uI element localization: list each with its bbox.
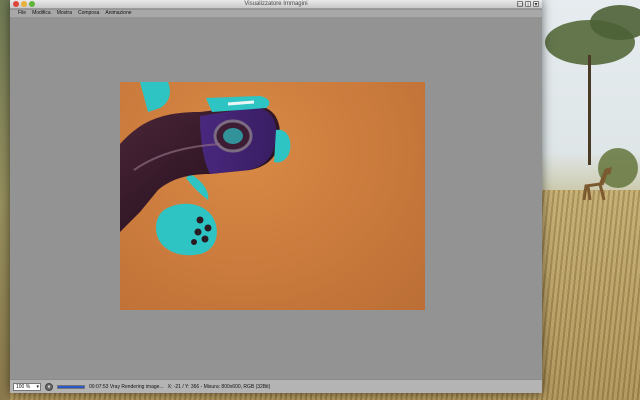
lens-glass <box>223 128 243 144</box>
menu-modifica[interactable]: Modifica <box>32 10 51 17</box>
menu-bar: File Modifica Mostra Composa Animazione <box>10 10 542 17</box>
rendered-image <box>120 82 425 310</box>
cap-highlight <box>227 100 255 106</box>
teal-fin-top <box>140 82 170 112</box>
menu-animazione[interactable]: Animazione <box>105 10 131 17</box>
stop-render-button[interactable]: ● <box>45 382 53 391</box>
title-bar[interactable]: Visualizzatore Immagini ▭ i ▾ <box>10 0 542 9</box>
wallpaper-left-edge <box>0 0 10 400</box>
teal-fin-mid <box>186 174 209 200</box>
title-toolbar: ▭ i ▾ <box>517 1 539 8</box>
tree-trunk <box>588 55 591 165</box>
image-viewer-window: Visualizzatore Immagini ▭ i ▾ File Modif… <box>10 0 542 393</box>
button-dot <box>191 239 197 245</box>
image-viewport[interactable] <box>10 17 542 378</box>
render-progress-fill <box>58 385 84 388</box>
zoom-select[interactable]: 100 % ▾ <box>13 382 41 391</box>
button-dot <box>196 216 204 224</box>
info-icon[interactable]: i <box>525 1 531 8</box>
menu-composa[interactable]: Composa <box>78 10 99 17</box>
pin-icon[interactable]: ▾ <box>533 1 539 8</box>
render-scene <box>120 82 291 256</box>
fit-window-icon[interactable]: ▭ <box>517 1 524 8</box>
menu-file[interactable]: File <box>18 10 26 17</box>
status-bar: 100 % ▾ ● 00:07:53 Vray Rendering image.… <box>10 379 542 393</box>
button-dot <box>194 228 202 236</box>
button-dot <box>201 235 209 243</box>
giraffe-silhouette <box>582 166 613 201</box>
zoom-value: 100 % <box>16 383 31 390</box>
render-progress-bar <box>57 384 85 389</box>
render-status-text: 00:07:53 Vray Rendering image... <box>89 383 164 390</box>
menu-mostra[interactable]: Mostra <box>57 10 72 17</box>
window-title: Visualizzatore Immagini <box>244 1 308 7</box>
chevron-down-icon: ▾ <box>36 383 39 390</box>
button-dot <box>204 224 212 232</box>
teal-nozzle <box>274 129 291 163</box>
coordinates-readout: X: -21 / Y: 366 - Misura: 800x600, RGB (… <box>167 383 271 390</box>
